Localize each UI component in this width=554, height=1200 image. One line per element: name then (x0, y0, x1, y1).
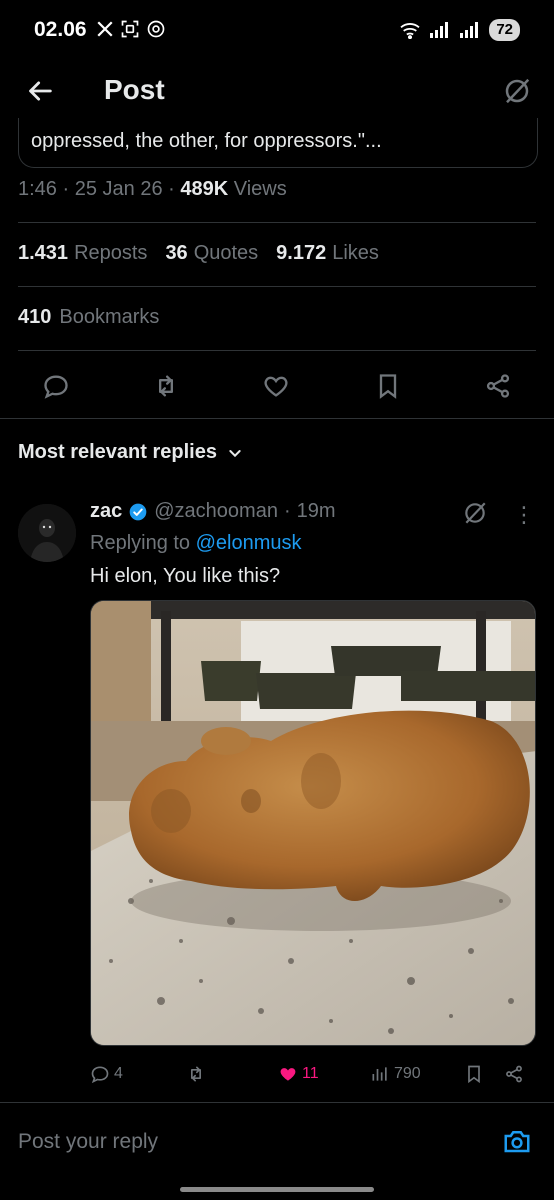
camera-icon (504, 1131, 530, 1153)
bookmarks-label: Bookmarks (59, 306, 160, 328)
divider (18, 286, 536, 287)
reply-like-button[interactable]: 11 (278, 1060, 319, 1088)
scan-icon (121, 20, 139, 38)
reposts-stat[interactable]: 1.431 Reposts (18, 242, 147, 265)
x-logo-icon (97, 21, 113, 37)
share-button[interactable] (480, 368, 516, 404)
top-bar: Post (0, 62, 554, 120)
like-button[interactable] (258, 368, 294, 404)
home-indicator[interactable] (180, 1187, 374, 1192)
post-time: 1:46 (18, 178, 57, 200)
wifi-icon (400, 23, 420, 39)
divider (0, 1102, 554, 1103)
notification-icons (96, 19, 166, 39)
likes-stat[interactable]: 9.172 Likes (276, 242, 379, 265)
status-time: 02.06 (34, 18, 87, 41)
views-count: 489K (180, 178, 229, 200)
reply-bookmark-button[interactable] (464, 1060, 484, 1088)
reply-author-name[interactable]: zac (90, 500, 122, 523)
replies-sort-dropdown[interactable]: Most relevant replies (18, 441, 243, 464)
replying-to-handle[interactable]: @elonmusk (196, 532, 302, 554)
reply-reply-button[interactable]: 4 (90, 1060, 123, 1088)
reply-header: zac @zachooman · 19m (90, 500, 336, 523)
grok-icon (505, 78, 530, 104)
views-icon (372, 1067, 387, 1081)
back-button[interactable] (22, 72, 60, 110)
share-icon (506, 1065, 522, 1083)
signal-icon-2 (460, 22, 479, 38)
threads-icon (147, 20, 165, 38)
bookmark-icon (468, 1065, 480, 1084)
more-icon[interactable]: ⋮ (512, 500, 536, 530)
bookmarks-stat[interactable]: 410 Bookmarks (18, 306, 159, 329)
like-icon (280, 1068, 296, 1081)
divider (0, 418, 554, 419)
bookmark-button[interactable] (370, 368, 406, 404)
bookmarks-count: 410 (18, 306, 52, 328)
divider (18, 350, 536, 351)
chevron-down-icon (229, 449, 241, 457)
reply-actions: 4 11 790 (90, 1060, 536, 1088)
reply-repost-button[interactable] (186, 1060, 206, 1088)
reply-reply-count: 4 (114, 1065, 123, 1082)
reply-text: Hi elon, You like this? (90, 565, 281, 587)
camera-button[interactable] (502, 1126, 534, 1158)
divider (18, 222, 536, 223)
reply-icon (44, 375, 68, 399)
verified-icon (129, 503, 147, 520)
reply-like-count: 11 (302, 1065, 319, 1082)
reply-button[interactable] (38, 368, 74, 404)
post-actions (0, 366, 554, 406)
reply-share-button[interactable] (504, 1060, 524, 1088)
engagement-stats: 1.431 Reposts 36 Quotes 9.172 Likes (18, 242, 379, 265)
back-arrow-icon (29, 81, 52, 101)
reply-photo[interactable] (90, 600, 536, 1046)
repost-icon (191, 1066, 201, 1082)
bookmark-icon (379, 374, 397, 399)
quoted-post[interactable]: oppressed, the other, for oppressors."..… (18, 118, 538, 168)
share-icon (486, 374, 510, 398)
reply-views-button[interactable]: 790 (370, 1060, 421, 1088)
reply-input[interactable]: Post your reply (18, 1130, 158, 1154)
signal-icon (430, 22, 449, 38)
quotes-stat[interactable]: 36 Quotes (165, 242, 258, 265)
views-label: Views (233, 178, 287, 200)
grok-button[interactable] (498, 72, 536, 110)
grok-icon (465, 502, 486, 524)
reply-grok-button[interactable] (462, 500, 492, 530)
like-icon (264, 376, 288, 397)
reply-composer: Post your reply (0, 1108, 554, 1180)
quoted-post-text: oppressed, the other, for oppressors."..… (31, 130, 382, 152)
battery-indicator: 72 (489, 19, 520, 41)
reply-author-handle[interactable]: @zachooman (154, 500, 278, 523)
post-meta: 1:46 · 25 Jan 26 · 489K Views (18, 178, 287, 200)
reply-age: 19m (296, 500, 336, 522)
repost-button[interactable] (148, 368, 184, 404)
reply-view-count: 790 (394, 1065, 421, 1082)
replying-to: Replying to @elonmusk (90, 532, 302, 554)
system-indicators: 72 (399, 19, 520, 41)
replies-sort-label: Most relevant replies (18, 441, 217, 463)
page-title: Post (104, 74, 165, 105)
post-date: 25 Jan 26 (74, 178, 163, 200)
repost-icon (159, 375, 173, 397)
avatar[interactable] (18, 504, 76, 562)
reply-icon (91, 1066, 109, 1084)
status-bar: 02.06 72 (0, 0, 554, 62)
